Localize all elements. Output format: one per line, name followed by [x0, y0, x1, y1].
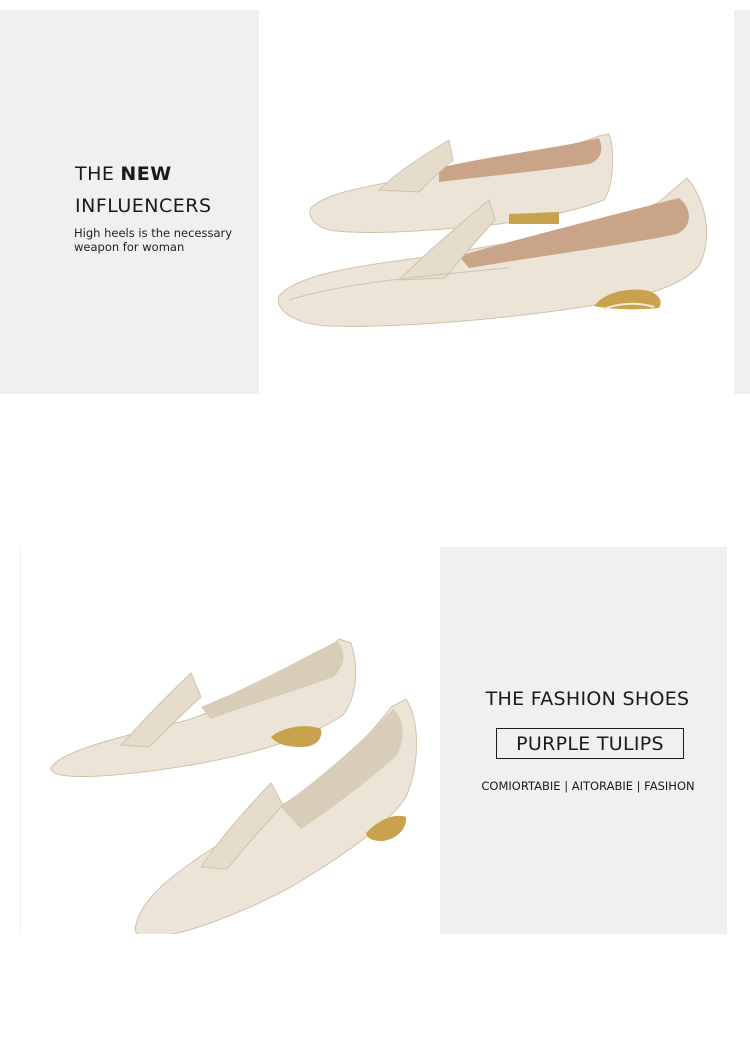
hero-tagline: High heels is the necessary weapon for w… — [74, 226, 233, 254]
hero-edge-strip — [734, 10, 750, 394]
feature-attributes: COMIORTABIE | AITORABIE | FASIHON — [481, 779, 695, 793]
hero-product-photo — [259, 10, 734, 394]
hero-headline-line1: THE NEW — [75, 163, 172, 185]
feature-boxed-label-text: PURPLE TULIPS — [516, 732, 664, 755]
feature-boxed-label: PURPLE TULIPS — [496, 728, 684, 759]
loafer-pair-angled-view-icon — [50, 638, 417, 934]
hero-headline-line2: INFLUENCERS — [75, 195, 212, 217]
upper-loafer-shape — [50, 638, 357, 778]
feature-title: THE FASHION SHOES — [485, 688, 690, 710]
hero-headline-bold: NEW — [120, 163, 172, 185]
feature-product-photo — [20, 547, 441, 934]
loafer-pair-side-view-icon — [277, 133, 707, 327]
back-loafer-shape — [309, 133, 614, 233]
hero-headline-regular: THE — [75, 163, 115, 185]
